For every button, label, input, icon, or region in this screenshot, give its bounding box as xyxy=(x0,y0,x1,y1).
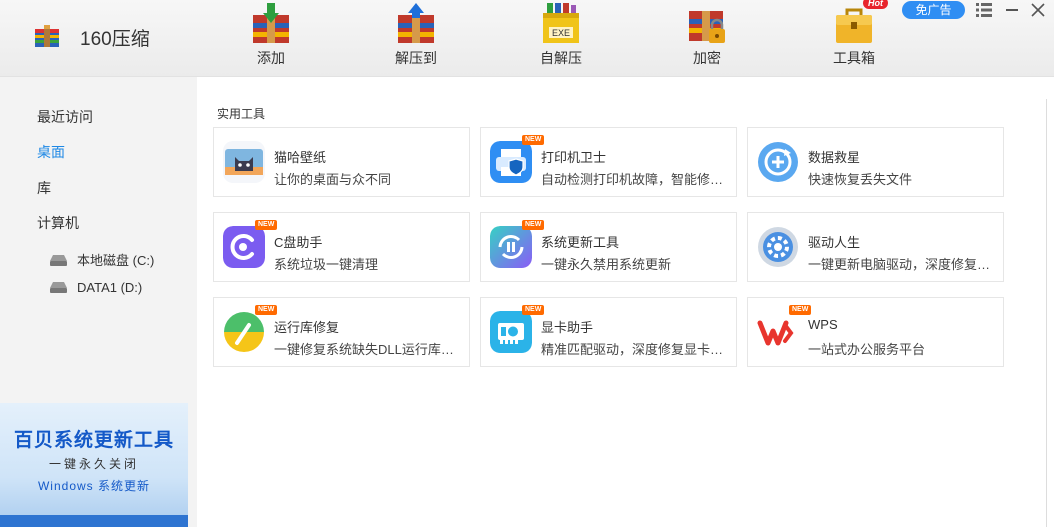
tool-card-wps[interactable]: NEW WPS 一站式办公服务平台 xyxy=(747,297,1004,367)
close-icon[interactable] xyxy=(1030,2,1046,18)
data-recovery-icon xyxy=(758,142,798,182)
toolbar-toolbox-button[interactable]: 工具箱 xyxy=(814,0,894,77)
printer-guard-icon xyxy=(490,141,532,183)
graphics-card-icon xyxy=(490,311,532,353)
tool-name: 驱动人生 xyxy=(808,235,861,250)
promo-banner[interactable]: 百贝系统更新工具 一键永久关闭 Windows 系统更新 xyxy=(0,403,188,527)
tool-desc: 让你的桌面与众不同 xyxy=(274,172,392,187)
extract-to-icon xyxy=(398,3,434,43)
toolbar-self-extract-button[interactable]: EXE 自解压 xyxy=(521,0,601,77)
tool-card-printer-guard[interactable]: NEW 打印机卫士 自动检测打印机故障，智能修复... xyxy=(480,127,737,197)
toolbox-icon xyxy=(836,8,872,43)
svg-text:EXE: EXE xyxy=(552,28,570,38)
new-badge: NEW xyxy=(522,305,545,315)
sidebar-item-library[interactable]: 库 xyxy=(37,178,51,198)
app-title: 160压缩 xyxy=(80,29,150,50)
tool-name: 猫哈壁纸 xyxy=(274,150,327,165)
toolbar-toolbox-label: 工具箱 xyxy=(833,50,875,66)
tool-card-data-recovery[interactable]: 数据救星 快速恢复丢失文件 xyxy=(747,127,1004,197)
tool-card-runtime-repair[interactable]: NEW 运行库修复 一键修复系统缺失DLL运行库文... xyxy=(213,297,470,367)
c-drive-cleaner-icon xyxy=(223,226,265,268)
tool-card-wallpaper[interactable]: 猫哈壁纸 让你的桌面与众不同 xyxy=(213,127,470,197)
tool-name: 打印机卫士 xyxy=(541,150,607,165)
wps-logo-icon xyxy=(757,311,799,353)
new-badge: NEW xyxy=(789,305,812,315)
hot-badge: Hot xyxy=(863,0,888,9)
tool-name: 数据救星 xyxy=(808,150,861,165)
banner-title: 百贝系统更新工具 xyxy=(13,430,174,451)
disk-drive-icon xyxy=(50,255,67,266)
sidebar-item-computer[interactable]: 计算机 xyxy=(37,213,79,233)
tool-desc: 一键修复系统缺失DLL运行库文... xyxy=(274,342,464,357)
toolbar-add-label: 添加 xyxy=(257,50,285,66)
banner-tagline: Windows 系统更新 xyxy=(37,479,150,493)
toolbar-extract-button[interactable]: 解压到 xyxy=(376,0,456,77)
new-badge: NEW xyxy=(255,305,278,315)
tool-card-system-update[interactable]: NEW 系统更新工具 一键永久禁用系统更新 xyxy=(480,212,737,282)
toolbar-encrypt-button[interactable]: 加密 xyxy=(667,0,747,77)
menu-icon[interactable] xyxy=(976,3,992,17)
section-title: 实用工具 xyxy=(217,107,266,121)
sidebar-drive-d[interactable]: DATA1 (D:) xyxy=(50,280,142,295)
sidebar-item-desktop[interactable]: 桌面 xyxy=(37,142,65,162)
tool-card-driver-life[interactable]: 驱动人生 一键更新电脑驱动，深度修复硬... xyxy=(747,212,1004,282)
banner-subtitle: 一键永久关闭 xyxy=(48,457,139,471)
tool-desc: 精准匹配驱动，深度修复显卡故... xyxy=(541,342,731,357)
system-update-pause-icon xyxy=(490,226,532,268)
top-toolbar: 160压缩 添加 解压到 EXE 自解压 加密 工具箱 Hot 免广告 xyxy=(0,0,1054,77)
runtime-repair-icon xyxy=(224,312,264,352)
add-archive-icon xyxy=(253,3,289,43)
disk-drive-icon xyxy=(50,282,67,293)
app-logo-icon xyxy=(35,25,59,47)
sidebar-item-recent[interactable]: 最近访问 xyxy=(37,107,93,127)
tool-name: WPS xyxy=(808,317,838,332)
self-extract-exe-icon: EXE xyxy=(543,3,579,43)
banner-decoration xyxy=(0,515,188,527)
tool-card-c-drive-helper[interactable]: NEW C盘助手 系统垃圾一键清理 xyxy=(213,212,470,282)
ad-free-button[interactable]: 免广告 xyxy=(902,1,965,19)
tool-name: 运行库修复 xyxy=(274,320,340,335)
tool-desc: 一键更新电脑驱动，深度修复硬... xyxy=(808,257,998,272)
toolbar-encrypt-label: 加密 xyxy=(693,50,721,66)
drive-d-label: DATA1 (D:) xyxy=(77,280,143,295)
tool-name: 显卡助手 xyxy=(541,320,594,335)
tool-card-graphics-helper[interactable]: NEW 显卡助手 精准匹配驱动，深度修复显卡故... xyxy=(480,297,737,367)
tool-desc: 系统垃圾一键清理 xyxy=(274,257,379,272)
sidebar-drive-c[interactable]: 本地磁盘 (C:) xyxy=(50,250,154,269)
tool-desc: 快速恢复丢失文件 xyxy=(808,172,913,187)
tool-desc: 自动检测打印机故障，智能修复... xyxy=(541,172,731,187)
new-badge: NEW xyxy=(522,220,545,230)
encrypt-lock-icon xyxy=(689,11,725,43)
minimize-icon[interactable] xyxy=(1006,9,1018,11)
driver-gear-icon xyxy=(758,227,798,267)
toolbar-self-extract-label: 自解压 xyxy=(540,50,582,66)
tool-name: 系统更新工具 xyxy=(541,235,620,250)
scrollbar[interactable] xyxy=(1046,99,1054,527)
wallpaper-cat-icon xyxy=(223,141,265,183)
tool-desc: 一键永久禁用系统更新 xyxy=(541,257,672,272)
tool-name: C盘助手 xyxy=(274,235,323,250)
toolbar-add-button[interactable]: 添加 xyxy=(231,0,311,77)
toolbar-extract-label: 解压到 xyxy=(395,50,437,66)
tool-desc: 一站式办公服务平台 xyxy=(808,342,926,357)
drive-c-label: 本地磁盘 (C:) xyxy=(77,253,155,268)
new-badge: NEW xyxy=(255,220,278,230)
new-badge: NEW xyxy=(522,135,545,145)
